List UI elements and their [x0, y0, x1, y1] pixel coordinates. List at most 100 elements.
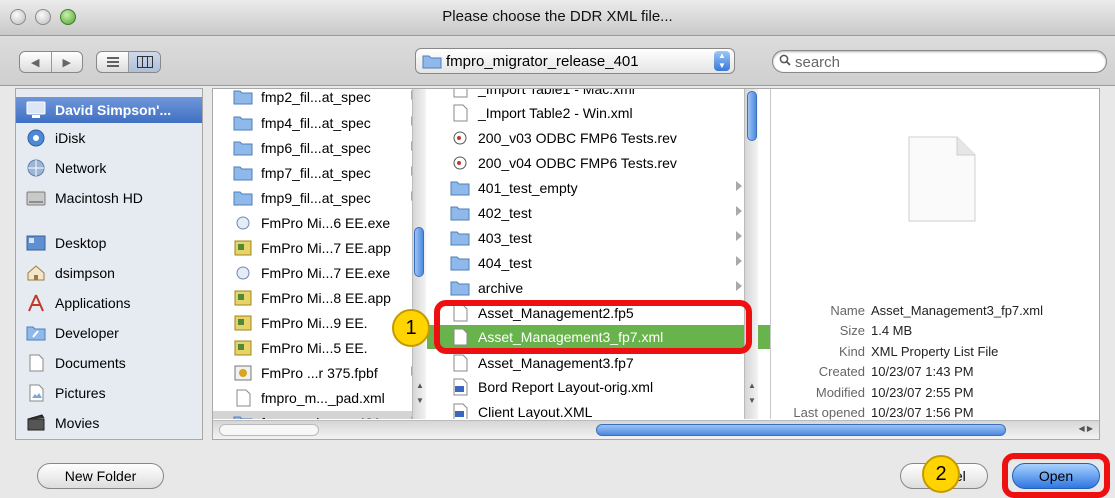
disclosure-arrow-icon — [736, 281, 742, 291]
column-1-item[interactable]: fmp7_fil...at_spec — [213, 161, 425, 185]
folder-icon — [422, 55, 442, 69]
column-1-item[interactable]: FmPro Mi...8 EE.app — [213, 286, 425, 310]
item-label: FmPro ...r 375.fpbf — [261, 365, 378, 381]
item-label: FmPro Mi...5 EE. — [261, 340, 368, 356]
item-label: archive — [478, 280, 524, 296]
sidebar-item-label: iDisk — [55, 130, 86, 146]
list-view-icon[interactable] — [97, 52, 129, 72]
column-2-item[interactable]: 402_test — [427, 201, 770, 225]
item-label: FmPro Mi...9 EE. — [261, 315, 368, 331]
column-view-icon[interactable] — [129, 52, 160, 72]
item-label: Bord Report Layout-orig.xml — [478, 379, 654, 395]
home-icon — [27, 265, 45, 281]
column-2-item[interactable]: Asset_Management3.fp7 — [427, 351, 770, 375]
column-1-item[interactable]: FmPro Mi...7 EE.app — [213, 236, 425, 260]
column-2-item[interactable]: 200_v04 ODBC FMP6 Tests.rev — [427, 151, 770, 175]
back-arrow-icon[interactable]: ◀ — [20, 52, 52, 72]
item-label: fmp9_fil...at_spec — [261, 190, 371, 206]
column-2-item[interactable]: _Import Table1 - Mac.xml — [427, 89, 770, 101]
item-label: FmPro Mi...7 EE.exe — [261, 265, 391, 281]
column-2-item[interactable]: Client Layout.XML — [427, 400, 770, 419]
item-label: _Import Table2 - Win.xml — [478, 105, 633, 121]
path-popup[interactable]: fmpro_migrator_release_401 ▲ ▼ — [415, 48, 735, 74]
sidebar-item-dsimpson[interactable]: dsimpson — [16, 260, 202, 286]
column-2-item[interactable]: Bord Report Layout-orig.xml — [427, 375, 770, 399]
new-folder-button[interactable]: New Folder — [37, 463, 164, 489]
sidebar-item-network[interactable]: Network — [16, 155, 202, 181]
column-1-thumb-area — [412, 227, 426, 279]
item-label: 403_test — [478, 230, 532, 246]
network-icon — [27, 159, 45, 177]
sidebar-item-label: Pictures — [55, 385, 106, 401]
column-2-item[interactable]: _Import Table2 - Win.xml — [427, 101, 770, 125]
item-label: fmp2_fil...at_spec — [261, 89, 371, 105]
item-label: Asset_Management3.fp7 — [478, 355, 634, 371]
disclosure-arrow-icon — [736, 181, 742, 191]
item-label: fmp7_fil...at_spec — [261, 165, 371, 181]
column-1-item[interactable]: FmPro Mi...7 EE.exe — [213, 261, 425, 285]
sidebar-item-pictures[interactable]: Pictures — [16, 380, 202, 406]
horizontal-scrollbar[interactable]: ◀ ▶ — [213, 420, 1099, 439]
app-icon — [234, 315, 252, 331]
preview-created-row: Created 10/23/07 1:43 PM — [818, 364, 974, 379]
view-mode-control — [96, 51, 161, 73]
column-1-item[interactable]: fmpro_m..._pad.xml — [213, 386, 425, 410]
sidebar-item-idisk[interactable]: iDisk — [16, 125, 202, 151]
scroll-down-icon[interactable]: ▼ — [745, 394, 759, 408]
applications-icon — [28, 294, 44, 312]
sidebar-item-developer[interactable]: Developer — [16, 320, 202, 346]
sidebar-item-movies[interactable]: Movies — [16, 410, 202, 436]
sidebar: David Simpson'... iDisk Network Macintos… — [15, 88, 203, 440]
scroll-down-icon[interactable]: ▼ — [413, 394, 427, 408]
column-2-scrollbar[interactable]: ▲ ▼ — [744, 89, 758, 419]
folder-icon — [450, 206, 470, 221]
sidebar-item-computer[interactable]: David Simpson'... — [16, 97, 202, 123]
scroll-arrows-icon[interactable]: ◀ ▶ — [1078, 424, 1093, 433]
folder-icon — [450, 181, 470, 196]
scroll-thumb[interactable] — [596, 424, 1006, 436]
column-1-item[interactable]: FmPro Mi...6 EE.exe — [213, 211, 425, 235]
sidebar-item-documents[interactable]: Documents — [16, 350, 202, 376]
folder-icon — [233, 90, 253, 105]
search-field[interactable]: search — [772, 50, 1107, 73]
preview-name-row: Name Asset_Management3_fp7.xml — [830, 303, 1043, 318]
sidebar-item-desktop[interactable]: Desktop — [16, 230, 202, 256]
item-label: FmPro Mi...8 EE.app — [261, 290, 391, 306]
sidebar-item-label: Movies — [55, 415, 100, 431]
column-1-item[interactable]: fmp4_fil...at_spec — [213, 111, 425, 135]
item-label: 200_v04 ODBC FMP6 Tests.rev — [478, 155, 677, 171]
sidebar-item-applications[interactable]: Applications — [16, 290, 202, 316]
scroll-up-icon[interactable]: ▲ — [745, 379, 759, 393]
column-1-item[interactable]: fmpro_...lease_401 — [213, 411, 425, 419]
callout-highlight-1 — [434, 300, 752, 354]
preview-kind-row: Kind XML Property List File — [838, 344, 999, 359]
column-2-item[interactable]: 200_v03 ODBC FMP6 Tests.rev — [427, 126, 770, 150]
column-1-item[interactable]: fmp2_fil...at_spec — [213, 89, 425, 109]
scroll-thumb[interactable] — [747, 91, 757, 141]
column-1-item[interactable]: FmPro Mi...5 EE. — [213, 336, 425, 360]
item-label: FmPro Mi...6 EE.exe — [261, 215, 391, 231]
idisk-icon — [27, 129, 45, 147]
document-icon — [453, 354, 468, 372]
column-2-item[interactable]: archive — [427, 276, 770, 300]
scroll-up-icon[interactable]: ▲ — [413, 379, 427, 393]
column-2-item[interactable]: 404_test — [427, 251, 770, 275]
forward-arrow-icon[interactable]: ▶ — [52, 52, 83, 72]
callout-highlight-2 — [1002, 453, 1110, 498]
column-1-item[interactable]: FmPro ...r 375.fpbf — [213, 361, 425, 385]
search-placeholder: search — [795, 54, 841, 71]
search-icon — [779, 54, 791, 66]
sidebar-item-label: Macintosh HD — [55, 190, 143, 206]
column-2-item[interactable]: 403_test — [427, 226, 770, 250]
column-1-item[interactable]: fmp9_fil...at_spec — [213, 186, 425, 210]
column-2-item[interactable]: 401_test_empty — [427, 176, 770, 200]
sidebar-item-macintosh-hd[interactable]: Macintosh HD — [16, 185, 202, 211]
app-icon — [234, 290, 252, 306]
column-1-item[interactable]: fmp6_fil...at_spec — [213, 136, 425, 160]
hard-drive-icon — [26, 191, 46, 206]
movies-icon — [27, 414, 45, 431]
item-label: _Import Table1 - Mac.xml — [478, 89, 635, 97]
scroll-thumb[interactable] — [414, 227, 424, 277]
disclosure-arrow-icon — [736, 206, 742, 216]
app-icon — [234, 240, 252, 256]
